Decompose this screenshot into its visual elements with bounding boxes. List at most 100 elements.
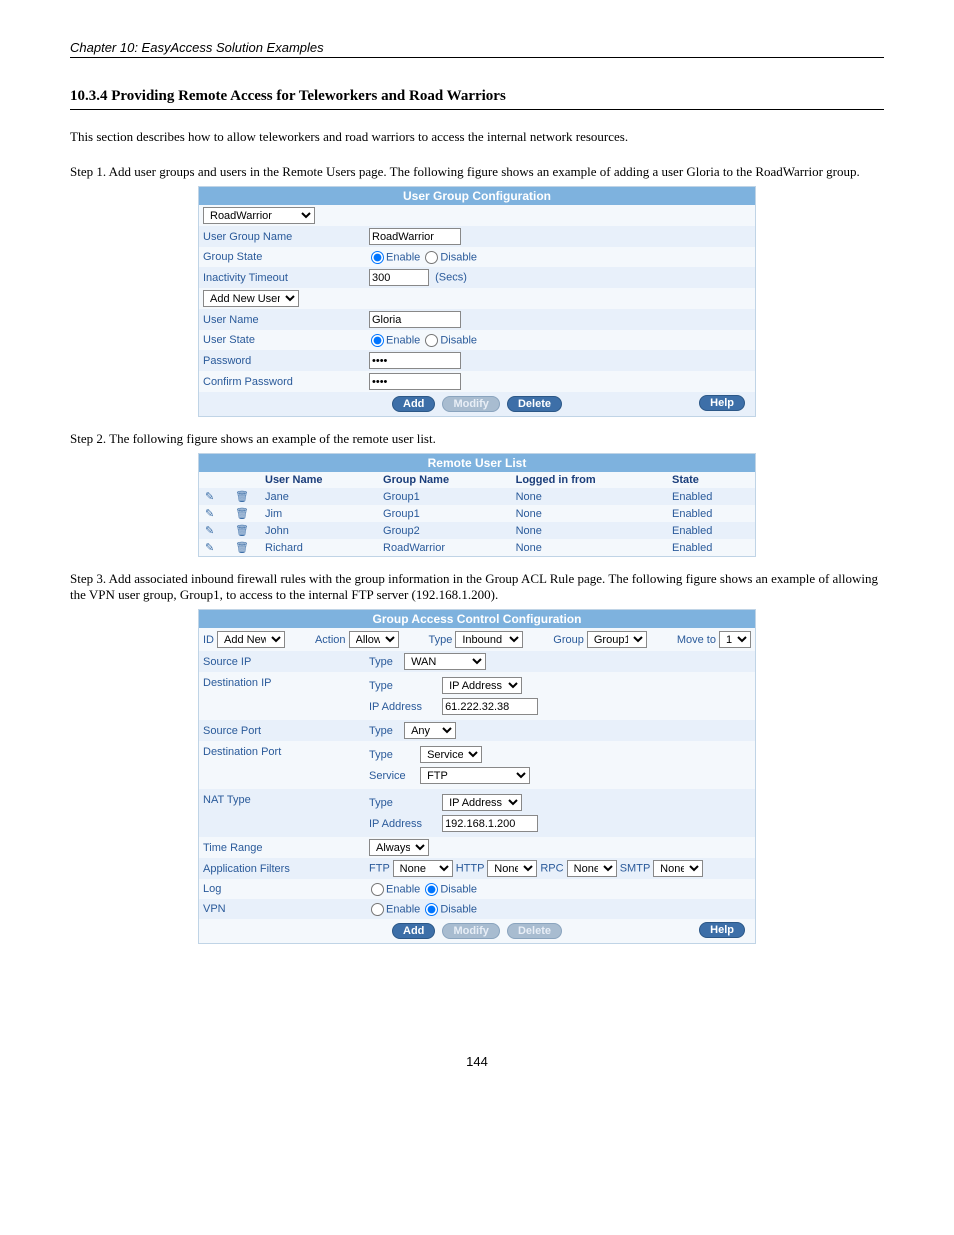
smtp-filter-select[interactable]: None [653, 860, 703, 877]
delete-icon[interactable]: 🗑 [235, 491, 249, 503]
group-select-top[interactable]: Group1 [587, 631, 647, 648]
step3-text: Step 3. Add associated inbound firewall … [70, 571, 884, 603]
section-heading: 10.3.4 Providing Remote Access for Telew… [70, 88, 884, 105]
radio-group-disable[interactable] [425, 251, 438, 264]
help-button[interactable]: Help [699, 395, 745, 411]
label-group-state: Group State [199, 249, 365, 265]
edit-icon[interactable]: ✎ [205, 508, 214, 520]
label-nat-type: NAT Type [199, 792, 365, 808]
gacc-help-button[interactable]: Help [699, 922, 745, 938]
delete-icon[interactable]: 🗑 [235, 525, 249, 537]
page-header: Chapter 10: EasyAccess Solution Examples [70, 40, 884, 58]
table-row: ✎🗑JaneGroup1NoneEnabled [199, 488, 755, 505]
moveto-select[interactable]: 1 [719, 631, 751, 648]
col-logged-in: Logged in from [510, 472, 666, 488]
col-group-name: Group Name [377, 472, 510, 488]
group-acl-panel: Group Access Control Configuration ID Ad… [198, 609, 756, 944]
action-select[interactable]: Allow [349, 631, 399, 648]
time-range-select[interactable]: Always [369, 839, 429, 856]
step2-text: Step 2. The following figure shows an ex… [70, 431, 884, 447]
input-inactivity[interactable] [369, 269, 429, 286]
label-moveto: Move to [677, 634, 716, 646]
cell-state: Enabled [666, 522, 755, 539]
cell-logged: None [510, 522, 666, 539]
label-id: ID [203, 634, 214, 646]
rul-title: Remote User List [199, 454, 755, 472]
dest-port-service-select[interactable]: FTP [420, 767, 530, 784]
rpc-filter-select[interactable]: None [567, 860, 617, 877]
http-filter-select[interactable]: None [487, 860, 537, 877]
type-select[interactable]: Inbound [455, 631, 523, 648]
ftp-filter-select[interactable]: None [393, 860, 453, 877]
label-group-name: User Group Name [199, 229, 365, 245]
cell-user: Jim [259, 505, 377, 522]
ugc-title: User Group Configuration [199, 187, 755, 205]
add-new-user-select[interactable]: Add New User [203, 290, 299, 307]
cell-state: Enabled [666, 539, 755, 556]
label-log: Log [199, 881, 365, 897]
label-confirm-password: Confirm Password [199, 374, 365, 390]
label-user-name: User Name [199, 312, 365, 328]
col-state: State [666, 472, 755, 488]
section-body: This section describes how to allow tele… [70, 128, 884, 146]
label-group: Group [553, 634, 584, 646]
cell-logged: None [510, 505, 666, 522]
cell-state: Enabled [666, 488, 755, 505]
radio-user-enable[interactable] [371, 334, 384, 347]
id-select[interactable]: Add New [217, 631, 285, 648]
cell-logged: None [510, 539, 666, 556]
step1-text: Step 1. Add user groups and users in the… [70, 164, 884, 180]
modify-button[interactable]: Modify [442, 396, 499, 412]
delete-icon[interactable]: 🗑 [235, 508, 249, 520]
label-vpn: VPN [199, 901, 365, 917]
label-source-ip: Source IP [199, 654, 365, 670]
dest-ip-type-select[interactable]: IP Address [442, 677, 522, 694]
label-source-port: Source Port [199, 723, 365, 739]
gacc-delete-button[interactable]: Delete [507, 923, 562, 939]
cell-user: John [259, 522, 377, 539]
label-inactivity: Inactivity Timeout [199, 270, 365, 286]
group-select[interactable]: RoadWarrior [203, 207, 315, 224]
source-port-type-select[interactable]: Any [404, 722, 456, 739]
radio-vpn-disable[interactable] [425, 903, 438, 916]
add-button[interactable]: Add [392, 396, 435, 412]
label-password: Password [199, 353, 365, 369]
table-row: ✎ 🗑 JohnGroup2NoneEnabled [199, 522, 755, 539]
remote-user-list-panel: Remote User List User Name Group Name Lo… [198, 453, 756, 557]
page-number: 144 [70, 1054, 884, 1069]
nat-type-select[interactable]: IP Address [442, 794, 522, 811]
input-confirm-password[interactable] [369, 373, 461, 390]
delete-button[interactable]: Delete [507, 396, 562, 412]
heading-underline [70, 109, 884, 110]
gacc-modify-button[interactable]: Modify [442, 923, 499, 939]
label-time-range: Time Range [199, 840, 365, 856]
edit-icon[interactable]: ✎ [205, 491, 214, 503]
delete-icon[interactable]: 🗑 [235, 542, 249, 554]
inactivity-unit: (Secs) [435, 272, 467, 284]
cell-group: Group1 [377, 505, 510, 522]
cell-user: Richard [259, 539, 377, 556]
radio-log-enable[interactable] [371, 883, 384, 896]
input-user-name[interactable] [369, 311, 461, 328]
label-type-top: Type [428, 634, 452, 646]
input-group-name[interactable] [369, 228, 461, 245]
table-row: ✎ 🗑 RichardRoadWarriorNoneEnabled [199, 539, 755, 556]
input-password[interactable] [369, 352, 461, 369]
label-user-state: User State [199, 332, 365, 348]
cell-group: RoadWarrior [377, 539, 510, 556]
dest-port-type-select[interactable]: Service [420, 746, 482, 763]
radio-vpn-enable[interactable] [371, 903, 384, 916]
radio-log-disable[interactable] [425, 883, 438, 896]
col-user-name: User Name [259, 472, 377, 488]
dest-ip-input[interactable] [442, 698, 538, 715]
source-ip-type-select[interactable]: WAN [404, 653, 486, 670]
radio-user-disable[interactable] [425, 334, 438, 347]
nat-ip-input[interactable] [442, 815, 538, 832]
edit-icon[interactable]: ✎ [205, 525, 214, 537]
gacc-add-button[interactable]: Add [392, 923, 435, 939]
radio-group-enable[interactable] [371, 251, 384, 264]
table-row: ✎ 🗑 JimGroup1NoneEnabled [199, 505, 755, 522]
edit-icon[interactable]: ✎ [205, 542, 214, 554]
cell-group: Group2 [377, 522, 510, 539]
cell-state: Enabled [666, 505, 755, 522]
